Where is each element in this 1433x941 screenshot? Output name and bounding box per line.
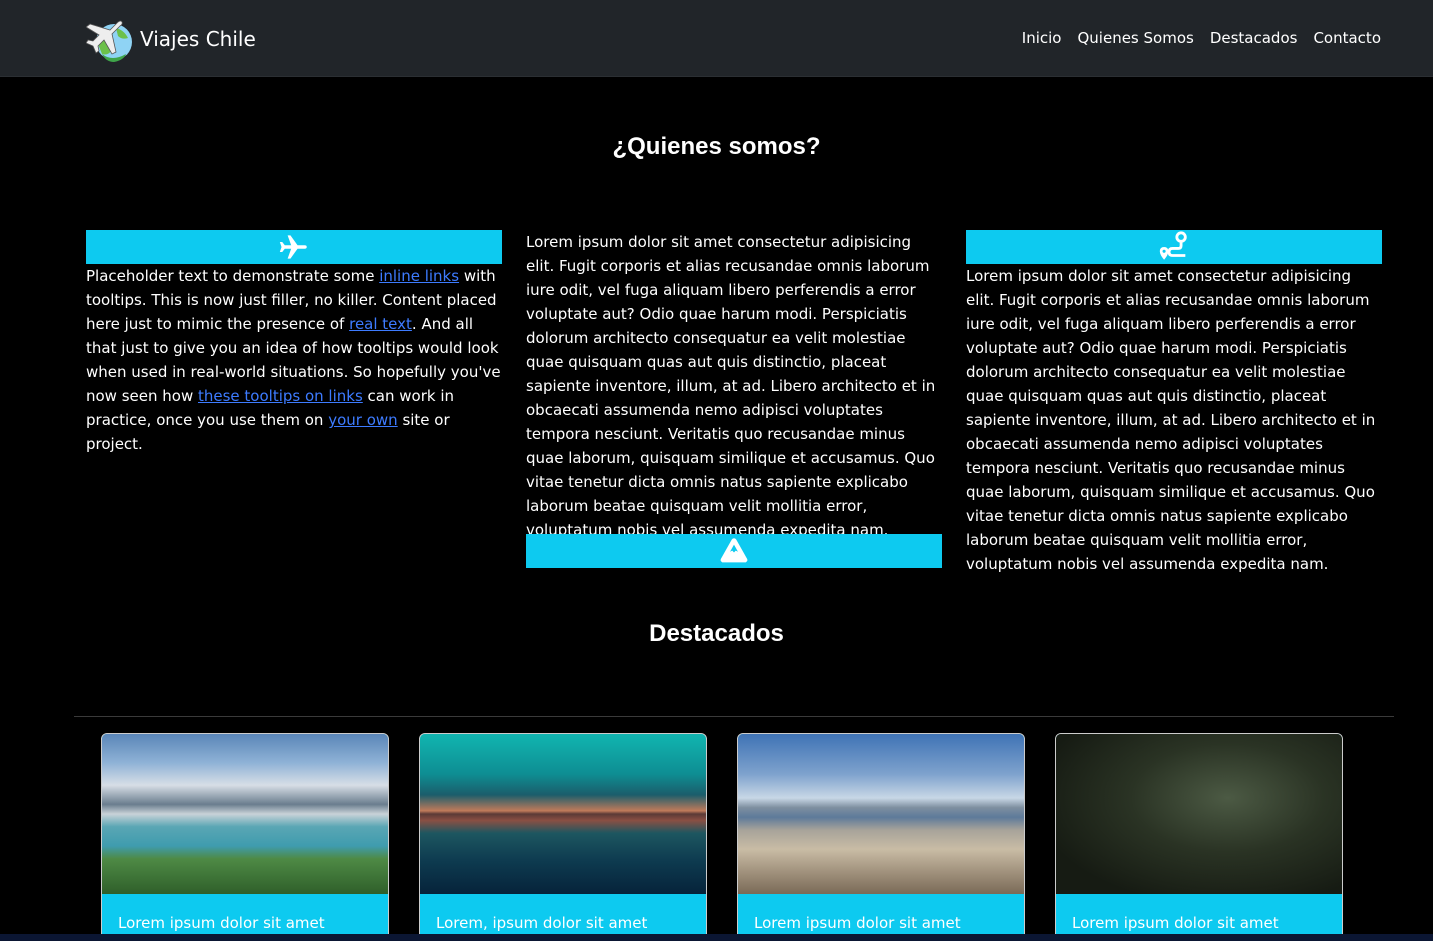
- featured-card[interactable]: Lorem ipsum dolor sit amet: [1055, 733, 1343, 941]
- card-caption: Lorem, ipsum dolor sit amet: [436, 914, 648, 932]
- about-text-1: Placeholder text to demonstrate some inl…: [86, 264, 502, 456]
- about-title: ¿Quienes somos?: [612, 133, 821, 160]
- about-column-2: Lorem ipsum dolor sit amet consectetur a…: [526, 230, 942, 542]
- nav-link-quienes-somos[interactable]: Quienes Somos: [1077, 29, 1193, 47]
- airplane-icon-bar: [86, 230, 502, 264]
- navbar: Viajes Chile Inicio Quienes Somos Destac…: [0, 0, 1433, 77]
- nav-link-inicio[interactable]: Inicio: [1022, 29, 1062, 47]
- route-icon-bar: [966, 230, 1382, 264]
- inline-links-link[interactable]: inline links: [379, 267, 459, 285]
- about-text-3: Lorem ipsum dolor sit amet consectetur a…: [966, 267, 1376, 573]
- card-caption: Lorem ipsum dolor sit amet: [118, 914, 325, 932]
- these-tooltips-link[interactable]: these tooltips on links: [198, 387, 363, 405]
- featured-card[interactable]: Lorem ipsum dolor sit amet: [737, 733, 1025, 941]
- your-own-link[interactable]: your own: [328, 411, 397, 429]
- card-image-mountain-lake: [102, 734, 388, 894]
- card-caption: Lorem ipsum dolor sit amet: [1072, 914, 1279, 932]
- brand[interactable]: Viajes Chile: [86, 14, 256, 64]
- route-icon: [1159, 231, 1187, 260]
- card-image-salt-flat: [738, 734, 1024, 894]
- card-image-forest: [1056, 734, 1342, 894]
- featured-title: Destacados: [649, 620, 784, 647]
- airplane-icon: [279, 235, 307, 259]
- nav-links: Inicio Quienes Somos Destacados Contacto: [1022, 29, 1381, 47]
- featured-card[interactable]: Lorem ipsum dolor sit amet: [101, 733, 389, 941]
- about-column-3: Lorem ipsum dolor sit amet consectetur a…: [966, 230, 1382, 576]
- divider: [74, 716, 1394, 717]
- mountain-icon-bar: [526, 534, 942, 568]
- nav-link-destacados[interactable]: Destacados: [1210, 29, 1298, 47]
- card-image-volcano-reflection: [420, 734, 706, 894]
- nav-link-contacto[interactable]: Contacto: [1313, 29, 1381, 47]
- text-segment: Placeholder text to demonstrate some: [86, 267, 380, 285]
- about-column-1: Placeholder text to demonstrate some inl…: [86, 230, 502, 456]
- globe-airplane-logo-icon: [86, 20, 132, 62]
- brand-name: Viajes Chile: [140, 27, 256, 51]
- real-text-link[interactable]: real text: [349, 315, 412, 333]
- mountain-icon: [720, 538, 748, 563]
- card-caption: Lorem ipsum dolor sit amet: [754, 914, 961, 932]
- featured-card[interactable]: Lorem, ipsum dolor sit amet: [419, 733, 707, 941]
- about-text-2: Lorem ipsum dolor sit amet consectetur a…: [526, 233, 936, 539]
- bottom-strip: [0, 934, 1433, 941]
